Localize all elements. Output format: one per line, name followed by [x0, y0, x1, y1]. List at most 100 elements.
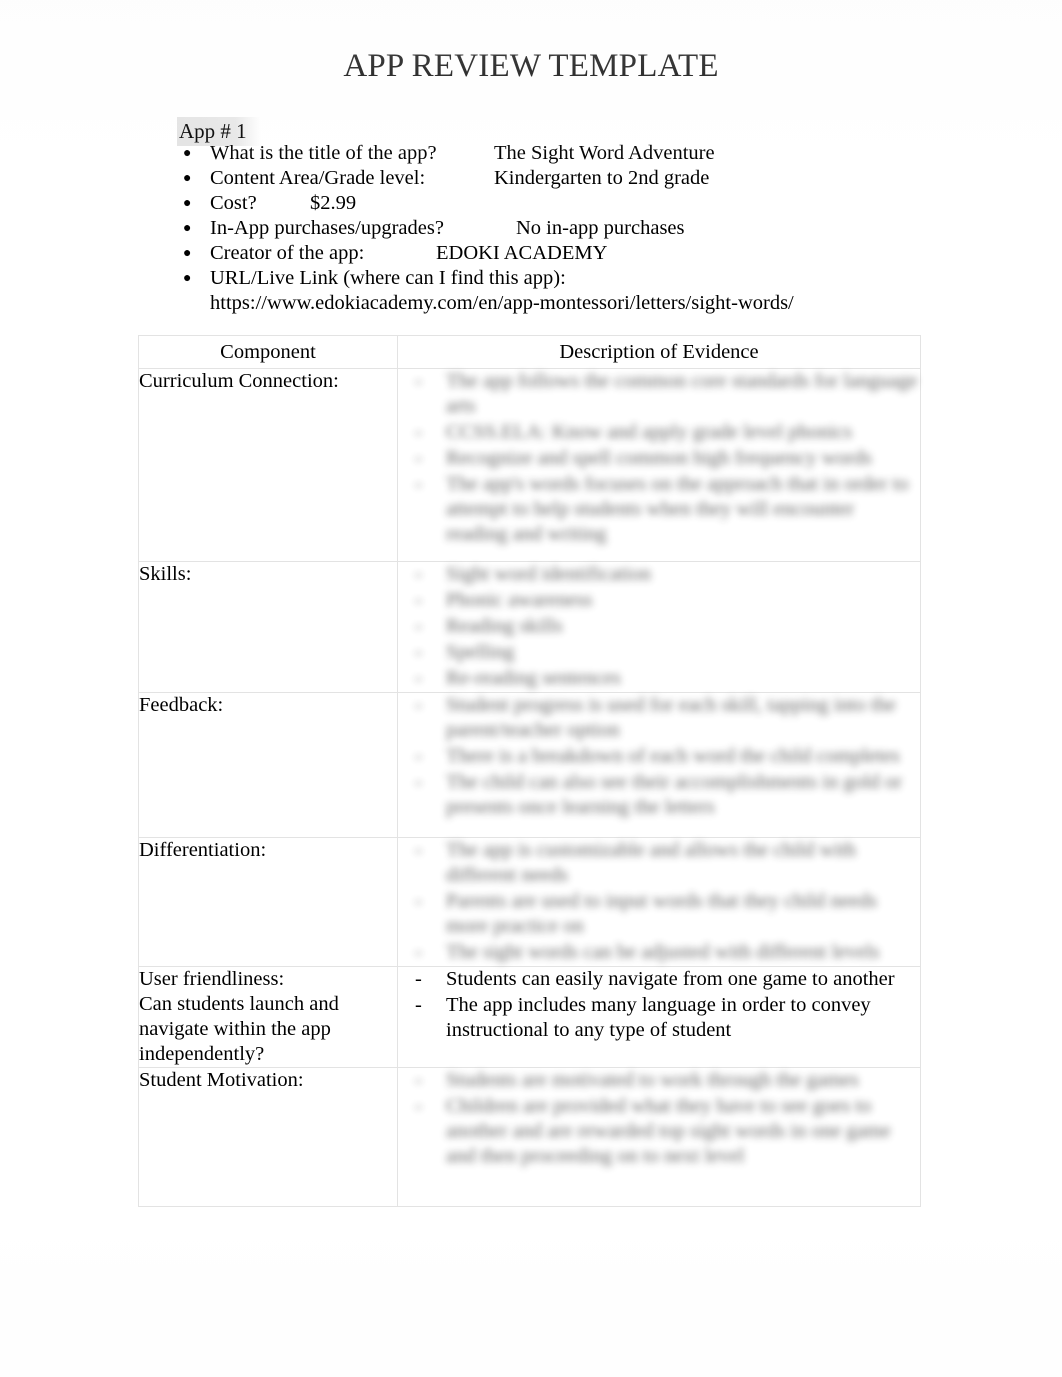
table-row: Curriculum Connection: - The app follows… — [138, 368, 921, 562]
evidence-item: - Reading skills — [398, 614, 920, 639]
dash-bullet-icon: - — [415, 1069, 422, 1091]
row-evidence-skills: - Sight word identification - Phonic awa… — [397, 561, 921, 693]
evidence-item-text: Students are motivated to work through t… — [446, 1069, 859, 1091]
row-label-skills: Skills: — [138, 561, 398, 693]
dash-bullet-icon: - — [415, 839, 422, 861]
dash-bullet-icon: - — [415, 968, 422, 990]
list-item-url: ● URL/Live Link (where can I find this a… — [177, 266, 937, 316]
row-label-question: Can students launch and navigate within … — [139, 993, 339, 1065]
evidence-item-text: Recognize and spell common high frequenc… — [446, 447, 872, 469]
table-row: Differentiation: - The app is customizab… — [138, 837, 921, 967]
evidence-table: Component Description of Evidence Curric… — [138, 335, 921, 1207]
evidence-item-text: Re-reading sentences — [446, 667, 621, 689]
evidence-item-text: The app includes many language in order … — [446, 994, 871, 1041]
bullet-icon: ● — [183, 196, 192, 211]
page-title: APP REVIEW TEMPLATE — [343, 48, 719, 84]
evidence-item-text: The app's words focuses on the approach … — [446, 473, 909, 545]
dash-bullet-icon: - — [415, 641, 422, 663]
row-label-feedback: Feedback: — [138, 692, 398, 838]
evidence-item-text: The child can also see their accomplishm… — [446, 771, 902, 818]
fact-value: No in-app purchases — [516, 217, 685, 239]
dash-bullet-icon: - — [415, 941, 422, 963]
bullet-icon: ● — [183, 171, 192, 186]
redacted-evidence-content: - Sight word identification - Phonic awa… — [398, 562, 920, 691]
dash-bullet-icon: - — [415, 589, 422, 611]
evidence-item-text: The sight words can be adjusted with dif… — [446, 941, 880, 963]
list-item: ● Creator of the app: EDOKI ACADEMY — [177, 241, 937, 266]
app-url-link[interactable]: https://www.edokiacademy.com/en/app-mont… — [210, 291, 794, 316]
list-item: ● In-App purchases/upgrades? No in-app p… — [177, 216, 937, 241]
evidence-item-text: Students can easily navigate from one ga… — [446, 968, 895, 990]
fact-label: Creator of the app: — [210, 242, 365, 264]
dash-bullet-icon: - — [415, 473, 422, 495]
evidence-item-text: The app is customizable and allows the c… — [446, 839, 856, 886]
table-row: Feedback: - Student progress is used for… — [138, 692, 921, 838]
dash-bullet-icon: - — [415, 994, 422, 1016]
row-label-text: User friendliness: — [139, 968, 285, 990]
evidence-item: - The app includes many language in orde… — [398, 993, 920, 1043]
evidence-item: - Spelling — [398, 640, 920, 665]
bullet-icon: ● — [183, 146, 192, 161]
dash-bullet-icon: - — [415, 370, 422, 392]
evidence-item-text: The app follows the common core standard… — [446, 370, 918, 417]
evidence-item: - Children are provided what they have t… — [398, 1094, 920, 1169]
fact-value: Kindergarten to 2nd grade — [494, 167, 710, 189]
row-evidence-curriculum-connection: - The app follows the common core standa… — [397, 368, 921, 562]
evidence-item: - Students are motivated to work through… — [398, 1068, 920, 1093]
dash-bullet-icon: - — [415, 447, 422, 469]
dash-bullet-icon: - — [415, 1095, 422, 1117]
evidence-item: - The sight words can be adjusted with d… — [398, 940, 920, 965]
fact-value: The Sight Word Adventure — [494, 142, 715, 164]
evidence-item: - Students can easily navigate from one … — [398, 967, 920, 992]
evidence-item: - Recognize and spell common high freque… — [398, 446, 920, 471]
evidence-item: - The app is customizable and allows the… — [398, 838, 920, 888]
dash-bullet-icon: - — [415, 563, 422, 585]
evidence-item: - CCSS.ELA: Know and apply grade level p… — [398, 420, 920, 445]
column-header-evidence: Description of Evidence — [397, 335, 921, 369]
fact-label: What is the title of the app? — [210, 142, 437, 164]
row-label-student-motivation: Student Motivation: — [138, 1067, 398, 1207]
evidence-item: - Phonic awareness — [398, 588, 920, 613]
fact-value: EDOKI ACADEMY — [436, 242, 608, 264]
bullet-icon: ● — [183, 246, 192, 261]
row-label-curriculum-connection: Curriculum Connection: — [138, 368, 398, 562]
redacted-evidence-content: - Student progress is used for each skil… — [398, 693, 920, 820]
fact-label: Cost? — [210, 192, 257, 214]
list-item: ● Content Area/Grade level: Kindergarten… — [177, 166, 937, 191]
bullet-icon: ● — [183, 221, 192, 236]
fact-label: In-App purchases/upgrades? — [210, 217, 444, 239]
redacted-evidence-content: - The app is customizable and allows the… — [398, 838, 920, 965]
app-facts-list: ● What is the title of the app? The Sigh… — [177, 141, 937, 316]
evidence-item: - The app follows the common core standa… — [398, 369, 920, 419]
evidence-item-text: CCSS.ELA: Know and apply grade level pho… — [446, 421, 852, 443]
fact-label: URL/Live Link (where can I find this app… — [210, 267, 566, 289]
evidence-item: - Sight word identification — [398, 562, 920, 587]
row-evidence-feedback: - Student progress is used for each skil… — [397, 692, 921, 838]
evidence-item: - The app's words focuses on the approac… — [398, 472, 920, 547]
dash-bullet-icon: - — [415, 694, 422, 716]
dash-bullet-icon: - — [415, 890, 422, 912]
evidence-item-text: Children are provided what they have to … — [446, 1095, 891, 1167]
evidence-item-text: Parents are used to input words that the… — [446, 890, 877, 937]
row-evidence-differentiation: - The app is customizable and allows the… — [397, 837, 921, 967]
evidence-item-text: Student progress is used for each skill,… — [446, 694, 896, 741]
evidence-item-text: There is a breakdown of each word the ch… — [446, 745, 900, 767]
row-label-user-friendliness: User friendliness: Can students launch a… — [138, 966, 398, 1068]
dash-bullet-icon: - — [415, 745, 422, 767]
row-evidence-user-friendliness: - Students can easily navigate from one … — [397, 966, 921, 1068]
list-item: ● Cost? $2.99 — [177, 191, 937, 216]
dash-bullet-icon: - — [415, 667, 422, 689]
table-row: Student Motivation: - Students are motiv… — [138, 1067, 921, 1207]
fact-label: Content Area/Grade level: — [210, 167, 426, 189]
dash-bullet-icon: - — [415, 771, 422, 793]
fact-value: $2.99 — [310, 192, 357, 214]
evidence-content: - Students can easily navigate from one … — [398, 967, 920, 1043]
table-row: Skills: - Sight word identification - Ph… — [138, 561, 921, 693]
list-item: ● What is the title of the app? The Sigh… — [177, 141, 937, 166]
table-header-row: Component Description of Evidence — [138, 335, 921, 369]
redacted-evidence-content: - The app follows the common core standa… — [398, 369, 920, 547]
row-evidence-student-motivation: - Students are motivated to work through… — [397, 1067, 921, 1207]
evidence-item: - Parents are used to input words that t… — [398, 889, 920, 939]
dash-bullet-icon: - — [415, 421, 422, 443]
evidence-item-text: Spelling — [446, 641, 515, 663]
